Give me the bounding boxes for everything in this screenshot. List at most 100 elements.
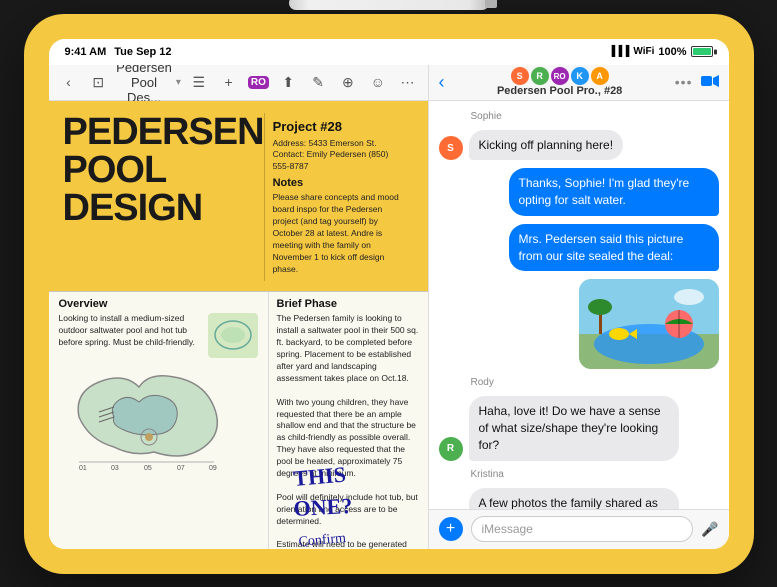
emoji-button[interactable]: ☺ xyxy=(366,68,390,96)
date-display: Tue Sep 12 xyxy=(114,46,171,58)
sidebar-icon: ⊡ xyxy=(92,74,104,91)
message-bubble: Thanks, Sophie! I'm glad they're opting … xyxy=(509,168,719,216)
thread-title: Pedersen Pool Pro., #28 xyxy=(497,85,622,97)
pencil-tool-button[interactable]: ✎ xyxy=(306,68,330,96)
avatar-andre: A xyxy=(591,67,609,85)
notes-label: Notes xyxy=(273,177,406,189)
title-line3: DESIGN xyxy=(63,189,264,227)
lasso-button[interactable]: ⊕ xyxy=(336,68,360,96)
time-display: 9:41 AM xyxy=(65,46,107,58)
share-icon: ⬆ xyxy=(282,74,294,91)
ro-icon: RO xyxy=(248,76,269,89)
status-bar: 9:41 AM Tue Sep 12 ▐▐▐ WiFi 100% xyxy=(49,39,729,65)
more-icon: ⋯ xyxy=(401,74,415,91)
document-title-text: Pedersen Pool Des... xyxy=(116,65,172,105)
message-input-bar: + iMessage 🎤 xyxy=(429,509,729,549)
project-number: Project #28 xyxy=(273,119,406,134)
sophie-avatar: S xyxy=(439,136,463,160)
doc-title: PEDERSEN POOL DESIGN xyxy=(63,113,264,227)
doc-header: PEDERSEN POOL DESIGN Project #28 Address… xyxy=(49,101,428,292)
avatar-ro: RO xyxy=(551,67,569,85)
plus-icon: + xyxy=(224,74,232,90)
pool-image xyxy=(579,279,719,369)
add-button[interactable]: + xyxy=(217,68,241,96)
title-line2: POOL xyxy=(63,151,264,189)
svg-text:03: 03 xyxy=(111,465,119,472)
brief-phase-label: Brief Phase xyxy=(277,298,420,310)
ro-button[interactable]: RO xyxy=(247,68,271,96)
document-content: PEDERSEN POOL DESIGN Project #28 Address… xyxy=(49,101,428,549)
back-icon: ‹ xyxy=(66,74,71,90)
title-line1: PEDERSEN xyxy=(63,113,264,151)
notes-panel: ‹ ⊡ Pedersen Pool Des... ▾ ☰ + xyxy=(49,65,429,549)
message-item: R Haha, love it! Do we have a sense of w… xyxy=(439,396,719,460)
chevron-down-icon: ▾ xyxy=(176,77,181,88)
thread-avatars: S R RO K A xyxy=(511,67,609,85)
message-image xyxy=(579,279,719,369)
sender-name-kristina: Kristina xyxy=(439,469,719,480)
notes-toolbar: ‹ ⊡ Pedersen Pool Des... ▾ ☰ + xyxy=(49,65,428,101)
pool-sketch: 01 03 05 07 09 xyxy=(59,362,258,477)
messages-toolbar: ‹ S R RO K A Pedersen Pool Pro., #28 xyxy=(429,65,729,101)
back-button[interactable]: ‹ xyxy=(57,68,81,96)
message-item: Thanks, Sophie! I'm glad they're opting … xyxy=(439,168,719,216)
rody-avatar: R xyxy=(439,437,463,461)
apple-pencil xyxy=(289,0,489,10)
plus-icon: + xyxy=(446,520,455,538)
message-input[interactable]: iMessage xyxy=(471,516,694,542)
video-icon xyxy=(701,74,719,88)
svg-text:Confirm: Confirm xyxy=(298,531,347,549)
svg-text:01: 01 xyxy=(79,465,87,472)
svg-text:09: 09 xyxy=(209,465,217,472)
signal-icon: ▐▐▐ xyxy=(608,46,629,57)
battery-icon xyxy=(691,46,713,57)
notes-text: Please share concepts and mood board ins… xyxy=(273,192,406,275)
sidebar-toggle-button[interactable]: ⊡ xyxy=(86,68,110,96)
list-view-button[interactable]: ☰ xyxy=(187,68,211,96)
document-title-bar[interactable]: Pedersen Pool Des... ▾ xyxy=(116,65,181,105)
sender-name-rody: Rody xyxy=(439,377,719,388)
main-area: ‹ ⊡ Pedersen Pool Des... ▾ ☰ + xyxy=(49,65,729,549)
avatar-sophie: S xyxy=(511,67,529,85)
overview-text: Looking to install a medium-sized outdoo… xyxy=(59,313,204,358)
mic-icon: 🎤 xyxy=(701,521,718,537)
microphone-button[interactable]: 🎤 xyxy=(701,521,718,538)
svg-text:ONE?: ONE? xyxy=(292,493,352,521)
device: 9:41 AM Tue Sep 12 ▐▐▐ WiFi 100% ‹ xyxy=(24,14,754,574)
back-arrow-icon: ‹ xyxy=(439,72,445,92)
add-attachment-button[interactable]: + xyxy=(439,517,463,541)
list-icon: ☰ xyxy=(192,74,205,91)
battery-percent: 100% xyxy=(658,46,686,58)
emoji-icon: ☺ xyxy=(371,74,385,90)
messages-back-button[interactable]: ‹ xyxy=(439,72,445,93)
screen: 9:41 AM Tue Sep 12 ▐▐▐ WiFi 100% ‹ xyxy=(49,39,729,549)
svg-text:05: 05 xyxy=(144,465,152,472)
video-call-button[interactable] xyxy=(701,74,719,91)
handwriting-section: THIS ONE? Confirm in two weeks! xyxy=(289,451,428,549)
contact-text: Contact: Emily Pedersen (850) 555-8787 xyxy=(273,149,406,173)
messages-panel: ‹ S R RO K A Pedersen Pool Pro., #28 xyxy=(429,65,729,549)
avatar-rody: R xyxy=(531,67,549,85)
svg-text:THIS: THIS xyxy=(292,461,347,490)
message-bubble: A few photos the family shared as inspo: xyxy=(469,488,679,509)
message-item-image xyxy=(439,279,719,369)
lasso-icon: ⊕ xyxy=(342,74,354,91)
message-bubble: Mrs. Pedersen said this picture from our… xyxy=(509,224,719,272)
sender-name-sophie: Sophie xyxy=(439,111,719,122)
address-text: Address: 5433 Emerson St. xyxy=(273,138,406,150)
message-bubble: Kicking off planning here! xyxy=(469,130,624,161)
message-item: K A few photos the family shared as insp… xyxy=(439,488,719,509)
svg-text:07: 07 xyxy=(177,465,185,472)
wifi-icon: WiFi xyxy=(633,46,654,57)
message-item: S Kicking off planning here! xyxy=(439,130,719,161)
messages-dots[interactable]: ••• xyxy=(675,74,693,90)
input-placeholder: iMessage xyxy=(482,522,533,536)
avatar-kristina: K xyxy=(571,67,589,85)
messages-list[interactable]: Sophie S Kicking off planning here! Than… xyxy=(429,101,729,509)
message-item: Mrs. Pedersen said this picture from our… xyxy=(439,224,719,272)
more-button[interactable]: ⋯ xyxy=(396,68,420,96)
overview-image xyxy=(208,313,258,358)
share-button[interactable]: ⬆ xyxy=(276,68,300,96)
thread-info: S R RO K A Pedersen Pool Pro., #28 xyxy=(453,67,667,97)
message-bubble: Haha, love it! Do we have a sense of wha… xyxy=(469,396,679,460)
